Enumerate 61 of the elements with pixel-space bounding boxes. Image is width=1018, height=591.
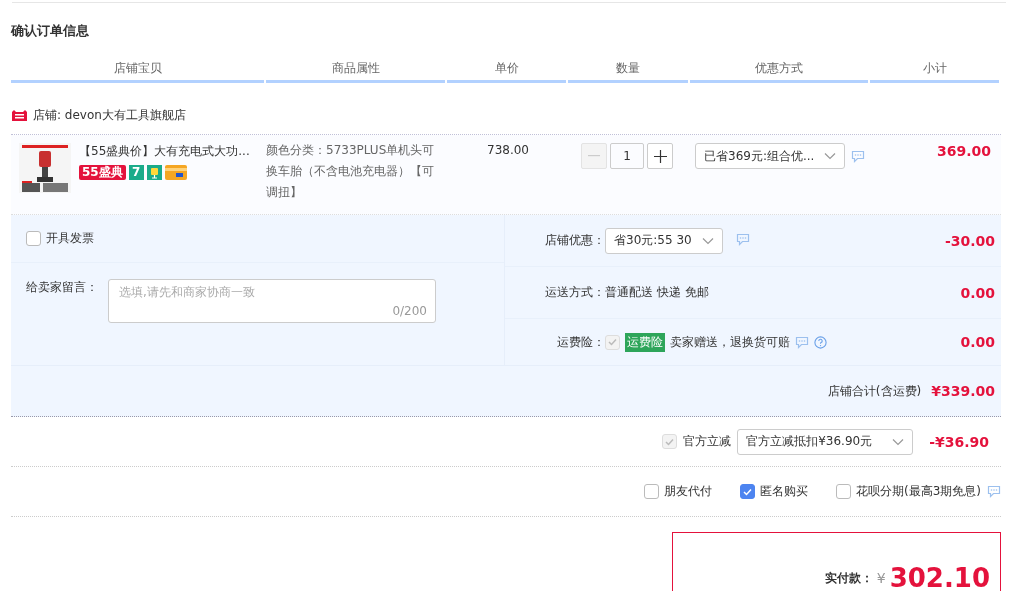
promo-tag: 55盛典	[79, 165, 126, 180]
caret-icon	[892, 437, 905, 446]
return-tag: 7	[128, 165, 144, 180]
chat-icon[interactable]	[851, 149, 866, 163]
chat-icon[interactable]	[735, 232, 750, 246]
row-label: 运送方式：	[544, 284, 605, 301]
plus-icon	[653, 149, 667, 163]
row-label: 运费险：	[556, 333, 605, 351]
row-label: 店铺优惠：	[544, 232, 605, 249]
help-icon[interactable]	[814, 335, 827, 349]
product-title[interactable]: 【55盛典价】大有充电式大功...	[79, 143, 250, 160]
store-total-label: 店铺合计(含运费)	[827, 382, 922, 400]
message-label: 给卖家留言：	[26, 279, 98, 296]
store-name[interactable]: 店铺: devon大有工具旗舰店	[33, 107, 186, 124]
column-header: 店铺宝贝	[11, 60, 264, 83]
checkbox[interactable]	[644, 484, 659, 499]
checkbox[interactable]	[740, 484, 755, 499]
service-icon	[146, 165, 162, 180]
amount: 0.00	[959, 284, 996, 301]
decrease-button[interactable]	[581, 143, 607, 169]
discount-select[interactable]: 已省369元:组合优...	[695, 143, 846, 169]
section-title: 确认订单信息	[11, 22, 90, 40]
option-label[interactable]: 匿名购买	[760, 483, 808, 500]
column-header: 数量	[568, 60, 688, 83]
shipping-method: 普通配送 快递 免邮	[605, 284, 709, 301]
check-icon	[665, 437, 675, 446]
column-header: 小计	[870, 60, 999, 83]
minus-icon	[588, 155, 600, 157]
payment-label: 实付款：	[824, 569, 873, 587]
amount: -30.00	[943, 232, 996, 249]
store-total: ¥339.00	[931, 383, 995, 399]
column-header: 优惠方式	[690, 60, 868, 83]
option-label[interactable]: 朋友代付	[664, 483, 712, 500]
increase-button[interactable]	[647, 143, 673, 169]
official-discount-label: 官方立减	[683, 433, 732, 450]
product-attributes: 颜色分类：5733PLUS单机头可换车胎（不含电池充电器）【可调扭】	[266, 142, 436, 201]
payment-amount: 302.10	[889, 563, 990, 591]
check-icon	[743, 487, 752, 496]
amount: 0.00	[959, 334, 996, 350]
unit-price: 738.00	[486, 143, 530, 159]
coupon-select[interactable]: 省30元:55 30	[605, 227, 723, 254]
currency-symbol: ¥	[876, 570, 886, 586]
chat-icon[interactable]	[987, 485, 1001, 498]
insurance-text: 卖家赠送，退换货可赔	[670, 333, 790, 351]
chat-icon[interactable]	[795, 335, 809, 349]
caret-icon	[824, 152, 837, 160]
checkbox[interactable]	[836, 484, 851, 499]
check-icon	[608, 338, 617, 346]
quantity-field[interactable]: 1	[610, 143, 644, 169]
caret-icon	[701, 236, 714, 245]
store-badge-icon	[11, 109, 28, 122]
checkbox[interactable]	[26, 231, 41, 246]
card-icon	[164, 165, 187, 180]
option-label[interactable]: 花呗分期(最高3期免息)	[856, 483, 981, 500]
column-header: 单价	[447, 60, 566, 83]
insurance-tag: 运费险	[625, 332, 665, 352]
official-discount-amount: -¥36.90	[929, 433, 990, 450]
column-header: 商品属性	[266, 60, 445, 83]
invoice-label[interactable]: 开具发票	[46, 230, 94, 247]
character-counter: 0/200	[392, 304, 427, 318]
item-subtotal: 369.00	[935, 143, 991, 161]
